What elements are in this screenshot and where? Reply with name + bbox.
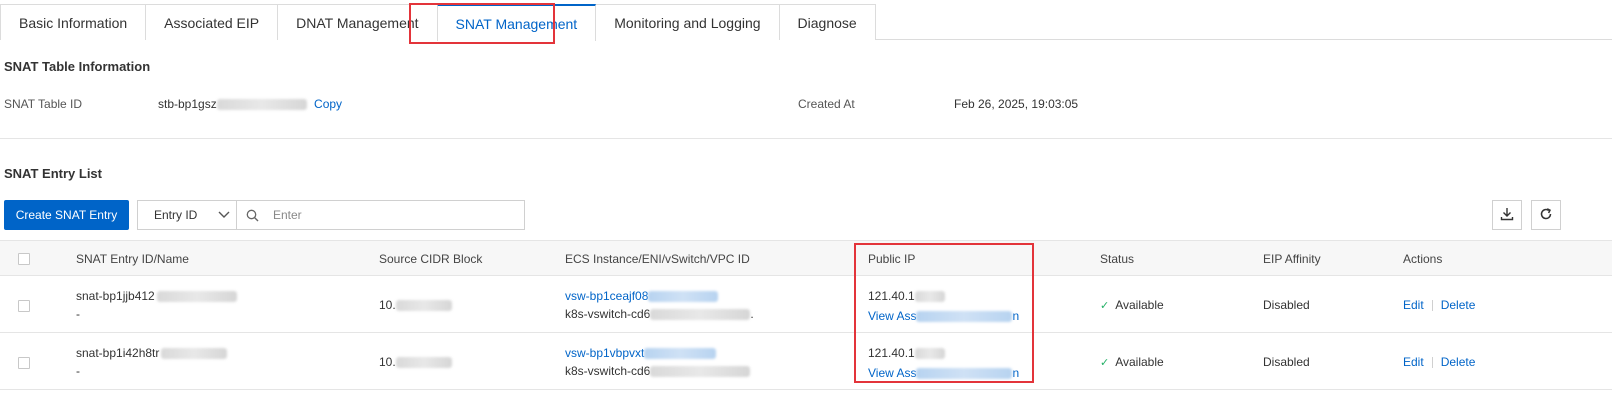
redacted: [648, 291, 719, 303]
header-cidr[interactable]: Source CIDR Block: [379, 252, 482, 266]
tab-diagnose[interactable]: Diagnose: [778, 4, 876, 40]
vswitch-id-link[interactable]: vsw-bp1vbpvxt: [565, 346, 717, 360]
eip-affinity: Disabled: [1263, 298, 1310, 312]
refresh-button[interactable]: [1531, 200, 1561, 230]
table-header: SNAT Entry ID/Name Source CIDR Block ECS…: [0, 240, 1612, 276]
entry-id-filter-label: Entry ID: [154, 208, 198, 222]
created-at-value: Feb 26, 2025, 19:03:05: [954, 97, 1079, 111]
header-entry[interactable]: SNAT Entry ID/Name: [76, 252, 189, 266]
header-actions: Actions: [1403, 252, 1443, 266]
vswitch-name: k8s-vswitch-cd6: [565, 364, 751, 378]
entry-name: -: [76, 307, 80, 321]
public-ip-text: 121.40.1: [868, 289, 915, 303]
header-instance[interactable]: ECS Instance/ENI/vSwitch/VPC ID: [565, 252, 750, 266]
select-all-checkbox[interactable]: [18, 253, 30, 265]
delete-button[interactable]: Delete: [1441, 355, 1476, 369]
edit-button[interactable]: Edit: [1403, 298, 1424, 312]
redacted-id: [216, 99, 307, 111]
cidr-text: 10.: [379, 355, 396, 369]
search-input[interactable]: [267, 201, 524, 229]
entry-id-text: snat-bp1jjb412: [76, 289, 155, 303]
vswitch-id-text[interactable]: vsw-bp1vbpvxt: [565, 346, 644, 360]
header-eip-affinity[interactable]: EIP Affinity: [1263, 252, 1321, 266]
redacted: [395, 300, 452, 312]
row-checkbox[interactable]: [18, 357, 30, 369]
refresh-icon: [1539, 207, 1553, 224]
entry-name: -: [76, 364, 80, 378]
header-public-ip[interactable]: Public IP: [868, 252, 915, 266]
chevron-down-icon: [218, 208, 230, 222]
view-association-text[interactable]: View Ass: [868, 309, 916, 323]
vswitch-name-text: k8s-vswitch-cd6: [565, 364, 651, 378]
row-actions: Edit Delete: [1403, 298, 1475, 312]
section-divider: [0, 138, 1612, 139]
status-text: Available: [1115, 298, 1164, 312]
public-ip-text: 121.40.1: [868, 346, 915, 360]
view-association-text[interactable]: View Ass: [868, 366, 916, 380]
tab-dnat-management[interactable]: DNAT Management: [277, 4, 438, 40]
view-association-link[interactable]: View Ass n: [868, 309, 1019, 323]
row-checkbox[interactable]: [18, 300, 30, 312]
vswitch-id-link[interactable]: vsw-bp1ceajf08: [565, 289, 719, 303]
eip-affinity: Disabled: [1263, 355, 1310, 369]
status: ✓ Available: [1100, 298, 1164, 312]
entry-id-text: snat-bp1i42h8tr: [76, 346, 160, 360]
public-ip: 121.40.1: [868, 289, 945, 303]
entry-id: snat-bp1i42h8tr: [76, 346, 228, 360]
table-row: snat-bp1jjb412 - 10. vsw-bp1ceajf08 k8s-…: [0, 276, 1612, 333]
redacted: [914, 291, 945, 303]
redacted: [161, 348, 228, 360]
redacted: [650, 309, 751, 321]
delete-button[interactable]: Delete: [1441, 298, 1476, 312]
redacted: [916, 368, 1013, 380]
tab-basic-information[interactable]: Basic Information: [0, 4, 147, 40]
redacted: [395, 357, 452, 369]
created-at-label: Created At: [798, 97, 855, 111]
snat-entry-list-title: SNAT Entry List: [4, 166, 102, 181]
action-separator: [1431, 357, 1433, 369]
view-association-link[interactable]: View Ass n: [868, 366, 1019, 380]
source-cidr: 10.: [379, 355, 452, 369]
cidr-text: 10.: [379, 298, 396, 312]
download-button[interactable]: [1492, 200, 1522, 230]
check-icon: ✓: [1100, 300, 1110, 312]
download-icon: [1500, 207, 1514, 224]
redacted: [916, 311, 1013, 323]
view-association-tail[interactable]: n: [1012, 366, 1019, 380]
view-association-tail[interactable]: n: [1012, 309, 1019, 323]
status: ✓ Available: [1100, 355, 1164, 369]
vswitch-id-text[interactable]: vsw-bp1ceajf08: [565, 289, 648, 303]
action-separator: [1431, 300, 1433, 312]
snat-table-id-text: stb-bp1gsz: [158, 97, 217, 111]
copy-button[interactable]: Copy: [314, 97, 342, 111]
tab-bar: Basic Information Associated EIP DNAT Ma…: [0, 4, 1612, 41]
edit-button[interactable]: Edit: [1403, 355, 1424, 369]
entry-id-filter-select[interactable]: Entry ID: [138, 201, 237, 229]
status-text: Available: [1115, 355, 1164, 369]
create-snat-entry-button[interactable]: Create SNAT Entry: [4, 200, 129, 230]
vswitch-suffix: .: [750, 307, 754, 321]
row-actions: Edit Delete: [1403, 355, 1475, 369]
snat-table-id-label: SNAT Table ID: [4, 97, 83, 111]
table-row: snat-bp1i42h8tr - 10. vsw-bp1vbpvxt k8s-…: [0, 333, 1612, 390]
snat-table-info-title: SNAT Table Information: [4, 59, 151, 74]
redacted: [650, 366, 751, 378]
vswitch-name: k8s-vswitch-cd6.: [565, 307, 754, 321]
tab-snat-management[interactable]: SNAT Management: [436, 4, 597, 41]
header-status[interactable]: Status: [1100, 252, 1134, 266]
vswitch-name-text: k8s-vswitch-cd6: [565, 307, 651, 321]
snat-table-id-value: stb-bp1gsz Copy: [158, 97, 342, 111]
tab-associated-eip[interactable]: Associated EIP: [145, 4, 279, 40]
source-cidr: 10.: [379, 298, 452, 312]
entry-id: snat-bp1jjb412: [76, 289, 237, 303]
redacted: [914, 348, 945, 360]
public-ip: 121.40.1: [868, 346, 945, 360]
search-icon: [237, 201, 267, 229]
redacted: [156, 291, 237, 303]
search-bar: Entry ID: [137, 200, 525, 230]
redacted: [644, 348, 717, 360]
tab-monitoring-and-logging[interactable]: Monitoring and Logging: [595, 4, 780, 40]
check-icon: ✓: [1100, 357, 1110, 369]
